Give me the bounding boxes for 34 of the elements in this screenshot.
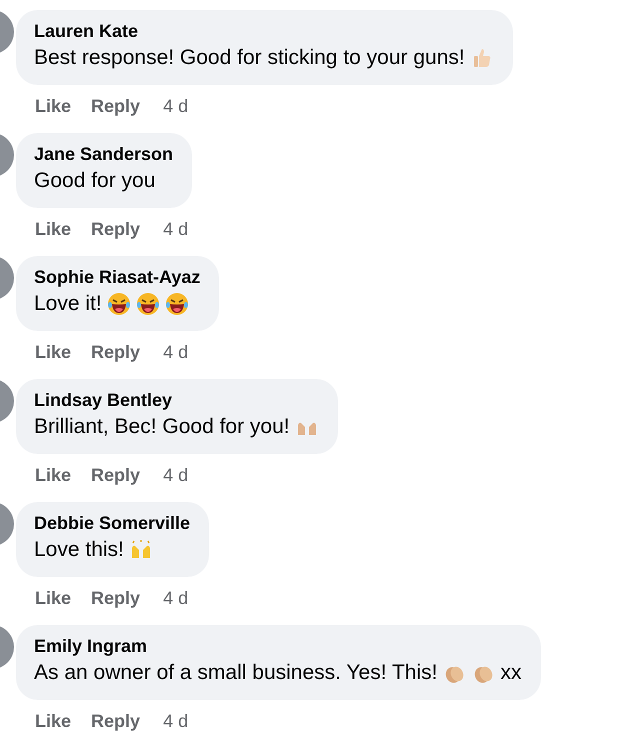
like-link[interactable]: Like — [35, 218, 72, 240]
timestamp: 4 d — [163, 341, 188, 363]
timestamp: 4 d — [163, 710, 188, 731]
author-name[interactable]: Lauren Kate — [34, 19, 494, 43]
reply-link[interactable]: Reply — [91, 587, 140, 609]
laughing-face-icon — [136, 292, 160, 316]
author-name[interactable]: Jane Sanderson — [34, 142, 174, 166]
laughing-face-icon — [164, 292, 189, 316]
author-name[interactable]: Debbie Somerville — [34, 511, 190, 535]
like-link[interactable]: Like — [35, 710, 72, 731]
reply-link[interactable]: Reply — [91, 710, 140, 731]
reply-link[interactable]: Reply — [91, 218, 140, 240]
comment-text: Love this! — [34, 537, 124, 563]
timestamp: 4 d — [163, 464, 188, 486]
timestamp: 4 d — [163, 587, 188, 609]
reply-link[interactable]: Reply — [91, 95, 140, 117]
reply-link[interactable]: Reply — [91, 341, 140, 363]
laughing-face-icon — [106, 292, 131, 316]
like-link[interactable]: Like — [35, 587, 72, 609]
author-name[interactable]: Sophie Riasat-Ayaz — [34, 265, 200, 289]
author-name[interactable]: Emily Ingram — [34, 634, 522, 658]
like-link[interactable]: Like — [35, 95, 72, 117]
author-name[interactable]: Lindsay Bentley — [34, 388, 319, 412]
comment-text: Best response! Good for sticking to your guns! — [34, 45, 465, 71]
comment-text: xx — [500, 660, 522, 686]
comment-text: Brilliant, Bec! Good for you! — [34, 414, 290, 440]
comment-text: As an owner of a small business. Yes! This! — [34, 660, 438, 686]
reply-link[interactable]: Reply — [91, 464, 140, 486]
like-link[interactable]: Like — [35, 341, 72, 363]
timestamp: 4 d — [163, 95, 188, 117]
comment-text: Good for you — [34, 168, 156, 194]
comment-text: Love it! — [34, 291, 102, 317]
like-link[interactable]: Like — [35, 464, 72, 486]
timestamp: 4 d — [163, 218, 188, 240]
